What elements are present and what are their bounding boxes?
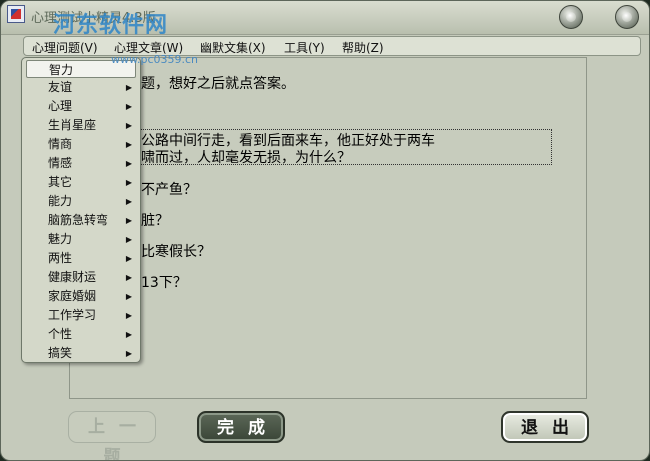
dropdown-item-label: 脑筋急转弯 (48, 213, 109, 227)
dropdown-item-psychology[interactable]: 心理 ▶ (22, 97, 140, 116)
submenu-arrow-icon: ▶ (125, 292, 132, 301)
finish-button[interactable]: 完成 (197, 411, 285, 443)
previous-question-button[interactable]: 上一题 (68, 411, 156, 460)
menu-humor-collection[interactable]: 幽默文集(X) (200, 39, 266, 56)
dropdown-item-label: 情感 (48, 156, 73, 170)
menu-help[interactable]: 帮助(Z) (342, 39, 384, 56)
menu-tools[interactable]: 工具(Y) (284, 39, 325, 56)
dropdown-item-emotion[interactable]: 情感 ▶ (22, 154, 140, 173)
dropdown-item-ability[interactable]: 能力 ▶ (22, 192, 140, 211)
submenu-arrow-icon: ▶ (125, 273, 132, 282)
submenu-arrow-icon: ▶ (125, 216, 132, 225)
dropdown-item-label: 智力 (49, 63, 74, 77)
submenu-arrow-icon: ▶ (125, 235, 132, 244)
submenu-arrow-icon: ▶ (125, 83, 132, 92)
dropdown-item-label: 心理 (48, 99, 73, 113)
minimize-button[interactable] (559, 5, 583, 29)
dropdown-item-label: 生肖星座 (48, 118, 97, 132)
submenu-arrow-icon: ▶ (125, 349, 132, 358)
submenu-arrow-icon: ▶ (125, 121, 132, 130)
dropdown-item-other[interactable]: 其它 ▶ (22, 173, 140, 192)
dropdown-item-health-wealth[interactable]: 健康财运 ▶ (22, 268, 140, 287)
dropdown-item-label: 搞笑 (48, 346, 73, 360)
dropdown-item-label: 情商 (48, 137, 73, 151)
dropdown-item-label: 家庭婚姻 (48, 289, 97, 303)
dropdown-item-label: 魅力 (48, 232, 73, 246)
dropdown-item-label: 友谊 (48, 80, 73, 94)
submenu-arrow-icon: ▶ (125, 140, 132, 149)
submenu-arrow-icon: ▶ (125, 311, 132, 320)
app-window: 心理测试小精灵4.3版 河东软件网 心理问题(V) 心理文章(W) 幽默文集(X… (0, 0, 650, 461)
watermark-logo: 河东软件网 (53, 13, 169, 38)
exit-button[interactable]: 退出 (501, 411, 589, 443)
submenu-arrow-icon: ▶ (125, 330, 132, 339)
dropdown-item-charm[interactable]: 魅力 ▶ (22, 230, 140, 249)
dropdown-item-label: 健康财运 (48, 270, 97, 284)
dropdown-item-personality[interactable]: 个性 ▶ (22, 325, 140, 344)
dropdown-item-relationships[interactable]: 两性 ▶ (22, 249, 140, 268)
submenu-arrow-icon: ▶ (125, 197, 132, 206)
close-button[interactable] (615, 5, 639, 29)
submenu-arrow-icon: ▶ (125, 178, 132, 187)
dropdown-item-zodiac[interactable]: 生肖星座 ▶ (22, 116, 140, 135)
submenu-arrow-icon: ▶ (125, 254, 132, 263)
menu-psych-questions[interactable]: 心理问题(V) (32, 39, 98, 56)
dropdown-item-label: 其它 (48, 175, 73, 189)
app-icon[interactable] (7, 5, 25, 23)
submenu-arrow-icon: ▶ (125, 102, 132, 111)
dropdown-item-family-marriage[interactable]: 家庭婚姻 ▶ (22, 287, 140, 306)
title-bar[interactable]: 心理测试小精灵4.3版 河东软件网 (1, 1, 649, 38)
dropdown-item-work-study[interactable]: 工作学习 ▶ (22, 306, 140, 325)
dropdown-item-eq[interactable]: 情商 ▶ (22, 135, 140, 154)
dropdown-item-funny[interactable]: 搞笑 ▶ (22, 344, 140, 363)
dropdown-item-label: 两性 (48, 251, 73, 265)
dropdown-item-friendship[interactable]: 友谊 ▶ (22, 78, 140, 97)
dropdown-item-label: 个性 (48, 327, 73, 341)
submenu-arrow-icon: ▶ (125, 159, 132, 168)
watermark-url: www.pc0359.cn (111, 53, 199, 66)
psych-questions-dropdown: 智力 友谊 ▶ 心理 ▶ 生肖星座 ▶ 情商 ▶ 情感 ▶ 其它 ▶ 能力 ▶ 脑筋急转弯 ▶ … (21, 57, 141, 363)
dropdown-item-label: 能力 (48, 194, 73, 208)
dropdown-item-label: 工作学习 (48, 308, 97, 322)
dropdown-item-brain-teaser[interactable]: 脑筋急转弯 ▶ (22, 211, 140, 230)
